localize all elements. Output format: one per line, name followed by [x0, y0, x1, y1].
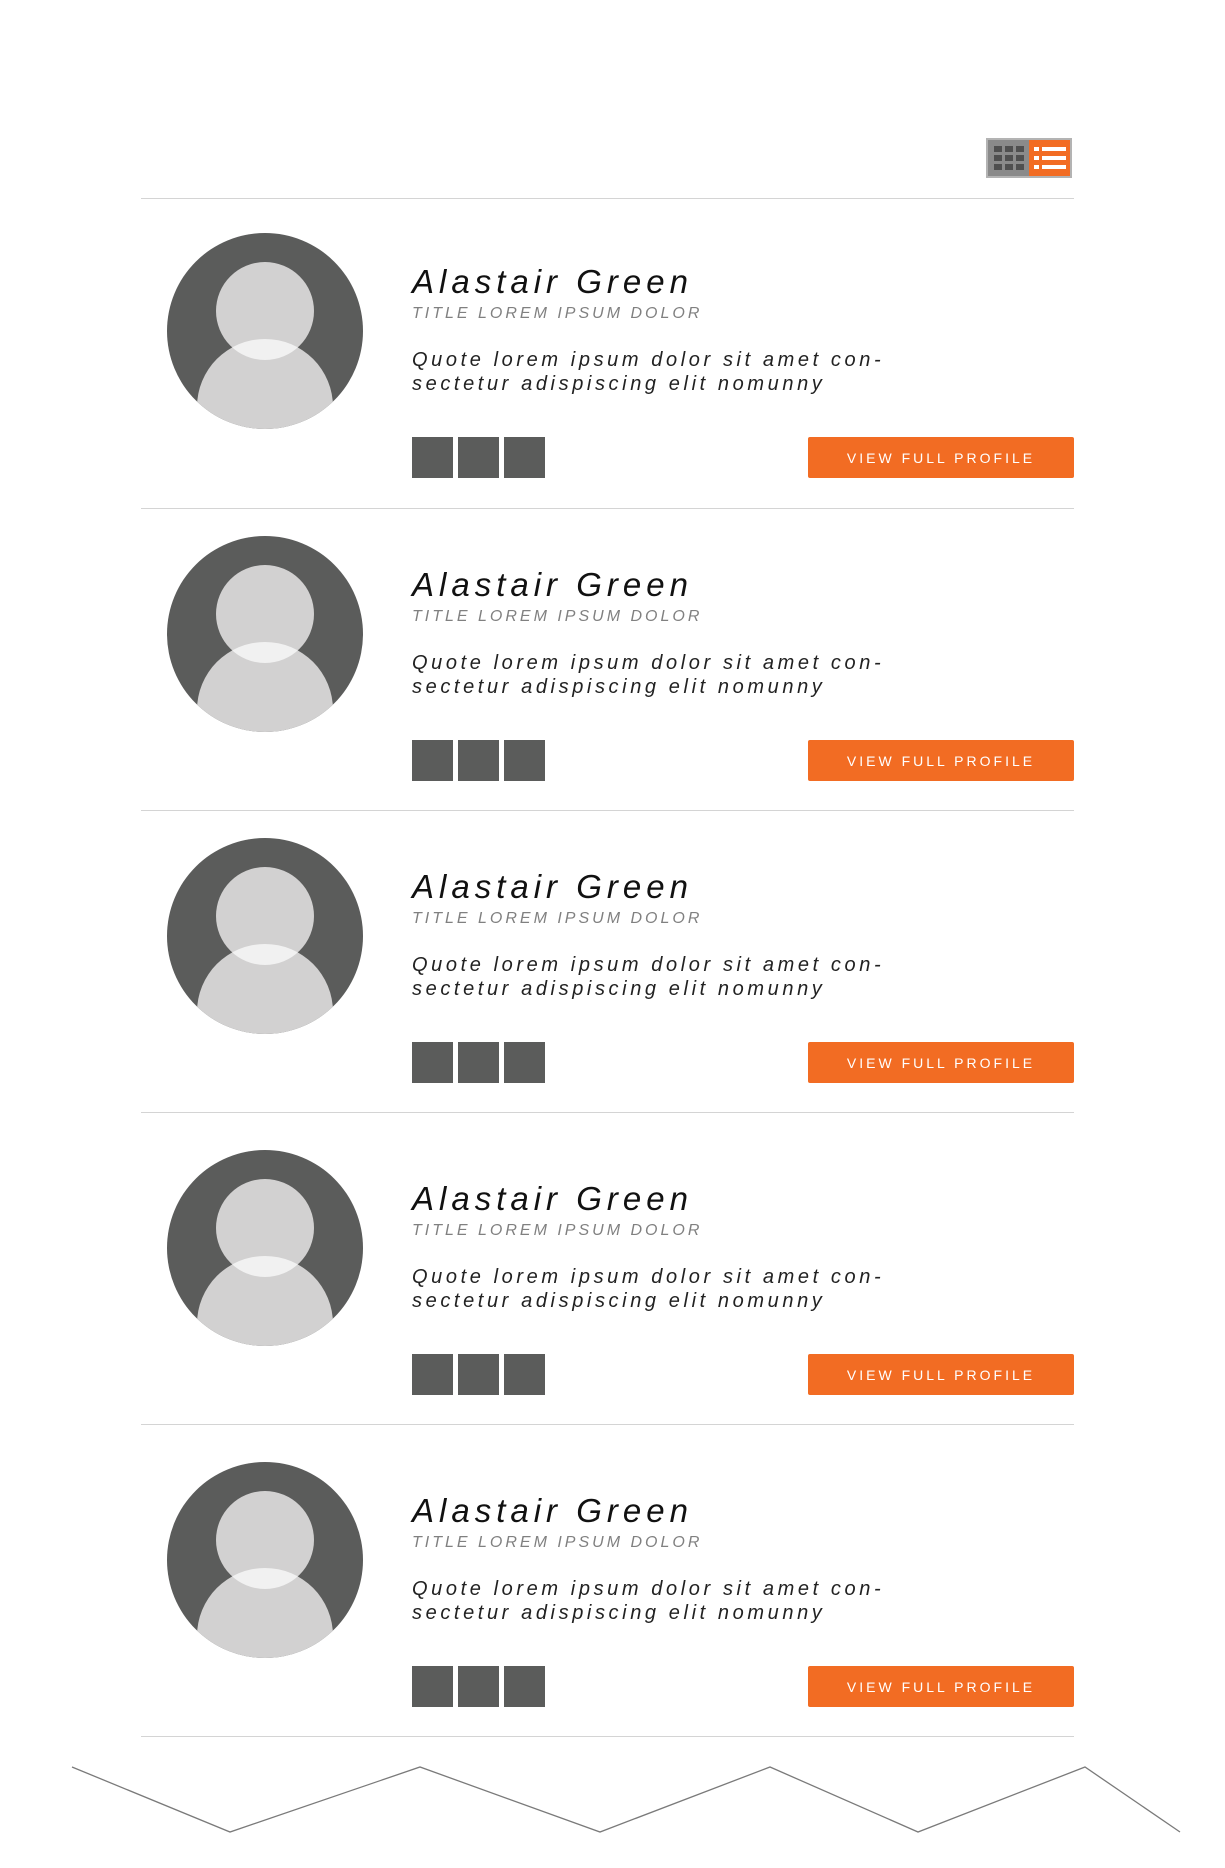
view-full-profile-button[interactable]: VIEW FULL PROFILE — [808, 740, 1074, 781]
profile-card: Alastair Green TITLE LOREM IPSUM DOLOR Q… — [141, 1112, 1074, 1425]
social-link[interactable] — [412, 437, 453, 478]
social-link[interactable] — [458, 1042, 499, 1083]
profile-name: Alastair Green — [412, 868, 693, 905]
profile-title: TITLE LOREM IPSUM DOLOR — [412, 1534, 703, 1551]
avatar — [167, 1150, 363, 1346]
view-full-profile-button[interactable]: VIEW FULL PROFILE — [808, 437, 1074, 478]
profile-title: TITLE LOREM IPSUM DOLOR — [412, 910, 703, 927]
social-links — [412, 1354, 545, 1395]
list-icon — [1033, 147, 1066, 169]
social-links — [412, 1666, 545, 1707]
social-link[interactable] — [458, 437, 499, 478]
torn-edge-divider — [71, 1766, 1181, 1833]
profile-quote: Quote lorem ipsum dolor sit amet con- se… — [412, 652, 885, 698]
profile-title: TITLE LOREM IPSUM DOLOR — [412, 608, 703, 625]
profile-quote: Quote lorem ipsum dolor sit amet con- se… — [412, 1266, 885, 1312]
profile-quote: Quote lorem ipsum dolor sit amet con- se… — [412, 349, 885, 395]
view-full-profile-button[interactable]: VIEW FULL PROFILE — [808, 1666, 1074, 1707]
grid-icon — [993, 146, 1024, 170]
profile-card: Alastair Green TITLE LOREM IPSUM DOLOR Q… — [141, 810, 1074, 1113]
social-link[interactable] — [412, 1666, 453, 1707]
avatar — [167, 233, 363, 429]
view-full-profile-button[interactable]: VIEW FULL PROFILE — [808, 1042, 1074, 1083]
profile-title: TITLE LOREM IPSUM DOLOR — [412, 305, 703, 322]
profile-title: TITLE LOREM IPSUM DOLOR — [412, 1222, 703, 1239]
social-link[interactable] — [504, 740, 545, 781]
profile-name: Alastair Green — [412, 263, 693, 300]
social-link[interactable] — [412, 1042, 453, 1083]
view-full-profile-button[interactable]: VIEW FULL PROFILE — [808, 1354, 1074, 1395]
social-links — [412, 740, 545, 781]
social-link[interactable] — [458, 740, 499, 781]
social-link[interactable] — [504, 1042, 545, 1083]
social-link[interactable] — [412, 1354, 453, 1395]
social-link[interactable] — [504, 1354, 545, 1395]
list-view-button[interactable] — [1029, 140, 1070, 176]
social-link[interactable] — [458, 1666, 499, 1707]
grid-view-button[interactable] — [988, 140, 1029, 176]
profile-quote: Quote lorem ipsum dolor sit amet con- se… — [412, 954, 885, 1000]
profile-quote: Quote lorem ipsum dolor sit amet con- se… — [412, 1578, 885, 1624]
profile-card: Alastair Green TITLE LOREM IPSUM DOLOR Q… — [141, 1424, 1074, 1737]
avatar — [167, 536, 363, 732]
profile-card: Alastair Green TITLE LOREM IPSUM DOLOR Q… — [141, 508, 1074, 811]
social-link[interactable] — [412, 740, 453, 781]
social-link[interactable] — [458, 1354, 499, 1395]
social-links — [412, 1042, 545, 1083]
social-link[interactable] — [504, 1666, 545, 1707]
view-toggle — [986, 138, 1072, 178]
profile-name: Alastair Green — [412, 1492, 693, 1529]
social-links — [412, 437, 545, 478]
profile-card: Alastair Green TITLE LOREM IPSUM DOLOR Q… — [141, 199, 1074, 509]
social-link[interactable] — [504, 437, 545, 478]
avatar — [167, 1462, 363, 1658]
avatar — [167, 838, 363, 1034]
profile-name: Alastair Green — [412, 566, 693, 603]
profile-name: Alastair Green — [412, 1180, 693, 1217]
